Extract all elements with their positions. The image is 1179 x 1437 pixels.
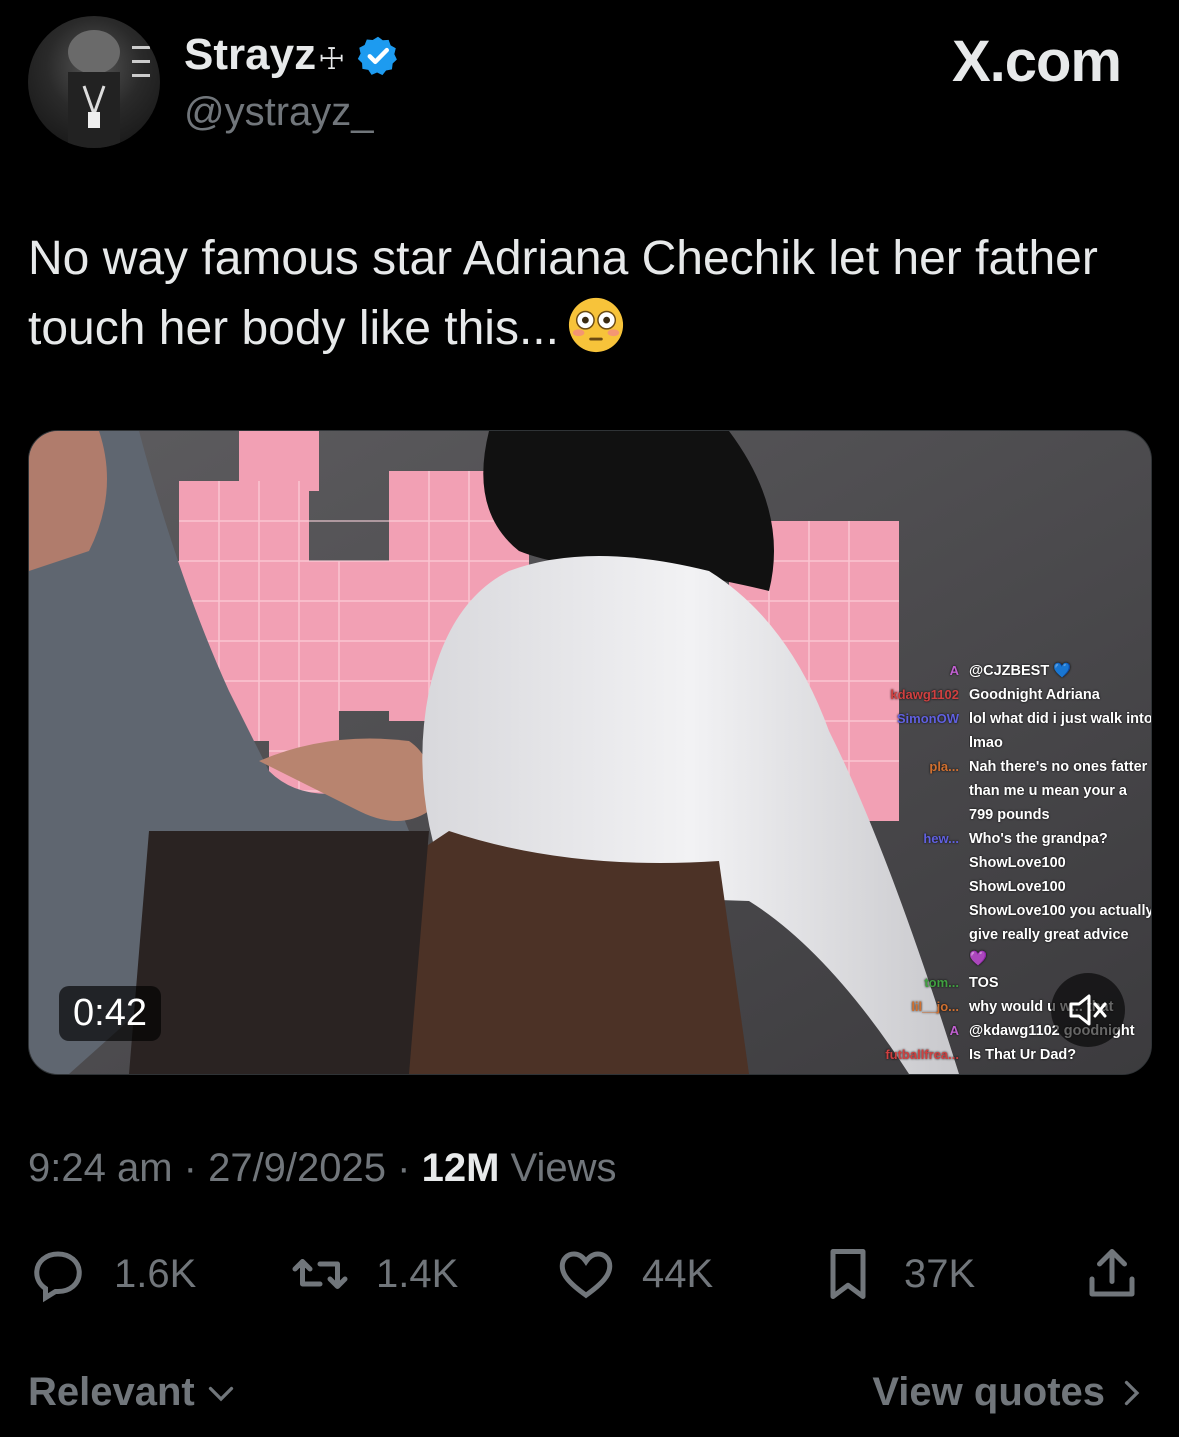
chat-username: pla...: [929, 759, 959, 774]
repost-button[interactable]: 1.4K: [290, 1246, 458, 1302]
author-name[interactable]: Strayz☩: [184, 30, 345, 80]
chat-username: hew...: [923, 831, 959, 846]
chat-username: lil__jo...: [911, 999, 959, 1014]
reply-count: 1.6K: [114, 1251, 197, 1296]
reply-button[interactable]: 1.6K: [28, 1246, 197, 1303]
chat-message: ShowLove100 you actually: [969, 903, 1151, 919]
tweet-time[interactable]: 9:24 am: [28, 1146, 173, 1190]
chat-message: 💜: [969, 951, 988, 967]
chat-line: kdawg1102 Goodnight Adriana: [890, 683, 1151, 707]
chat-line: than me u mean your a: [969, 779, 1151, 803]
views-count: 12M: [421, 1146, 500, 1190]
video-duration: 0:42: [59, 986, 161, 1041]
x-com-brand: X.com: [951, 29, 1122, 94]
author-name-text[interactable]: Strayz: [184, 30, 316, 79]
like-button[interactable]: 44K: [556, 1246, 713, 1302]
like-count: 44K: [642, 1251, 714, 1296]
chat-username: kdawg1102: [890, 687, 959, 702]
chat-username: A: [949, 1023, 959, 1038]
tweet-date[interactable]: 27/9/2025: [208, 1146, 386, 1190]
chat-line: give really great advice: [969, 923, 1151, 947]
name-glyph: ☩: [318, 43, 345, 76]
chat-message: lmao: [969, 735, 1003, 751]
bookmark-count: 37K: [904, 1251, 976, 1296]
chat-message: Goodnight Adriana: [969, 687, 1100, 703]
speaker-muted-icon: [1069, 994, 1107, 1026]
chat-username: tom...: [924, 975, 959, 990]
chat-line: 💜: [969, 947, 1151, 971]
bookmark-button[interactable]: 37K: [818, 1246, 975, 1302]
chat-line: SimonOW lol what did i just walk into: [897, 707, 1151, 731]
chat-line: ShowLove100 you actually: [969, 899, 1151, 923]
chat-message: lol what did i just walk into: [969, 711, 1151, 727]
sort-dropdown[interactable]: Relevant: [28, 1370, 239, 1415]
chevron-right-icon: [1124, 1380, 1140, 1405]
chevron-down-icon: [208, 1386, 233, 1401]
chat-message: Nah there's no ones fatter: [969, 759, 1148, 775]
video-player[interactable]: A @CJZBEST 💙 kdawg1102 Goodnight Adriana Sim…: [28, 430, 1152, 1075]
chat-message: Who's the grandpa?: [969, 831, 1108, 847]
chat-message: than me u mean your a: [969, 783, 1127, 799]
tweet-text: No way famous star Adriana Chechik let h…: [28, 224, 1138, 364]
views-label: Views: [510, 1146, 617, 1190]
verified-badge-icon: [357, 36, 397, 76]
chat-message: give really great advice: [969, 927, 1129, 943]
share-button[interactable]: [1082, 1246, 1142, 1302]
avatar-image: [68, 30, 150, 148]
chat-line: ShowLove100: [969, 875, 1151, 899]
view-quotes-label: View quotes: [872, 1370, 1105, 1414]
author-handle[interactable]: @ystrayz_: [184, 90, 374, 135]
sort-label: Relevant: [28, 1370, 195, 1414]
chat-line: pla... Nah there's no ones fatter: [929, 755, 1151, 779]
mute-button[interactable]: [1051, 973, 1125, 1047]
chat-message: 799 pounds: [969, 807, 1050, 823]
bookmark-icon: [830, 1249, 866, 1299]
view-quotes-link[interactable]: View quotes: [872, 1370, 1149, 1415]
chat-username: A: [949, 663, 959, 678]
repost-icon: [292, 1259, 348, 1289]
chat-line: ShowLove100: [969, 851, 1151, 875]
flushed-face-emoji-icon: [568, 297, 624, 353]
share-icon: [1089, 1249, 1135, 1297]
repost-count: 1.4K: [376, 1251, 459, 1296]
tweet-text-content: No way famous star Adriana Chechik let h…: [28, 232, 1098, 355]
chat-username: SimonOW: [896, 711, 959, 726]
heart-icon: [559, 1251, 613, 1299]
chat-message: ShowLove100: [969, 855, 1066, 871]
chat-username: futballfrea...: [885, 1047, 959, 1062]
chat-line: hew... Who's the grandpa?: [923, 827, 1151, 851]
chat-line: 799 pounds: [969, 803, 1151, 827]
chat-message: @CJZBEST 💙: [969, 663, 1072, 679]
reply-icon: [34, 1251, 82, 1303]
avatar[interactable]: [28, 16, 160, 148]
chat-line: A @CJZBEST 💙: [950, 659, 1151, 683]
chat-line: lmao: [969, 731, 1151, 755]
tweet-meta: 9:24 am · 27/9/2025 · 12M Views: [28, 1146, 617, 1190]
chat-message: ShowLove100: [969, 879, 1066, 895]
